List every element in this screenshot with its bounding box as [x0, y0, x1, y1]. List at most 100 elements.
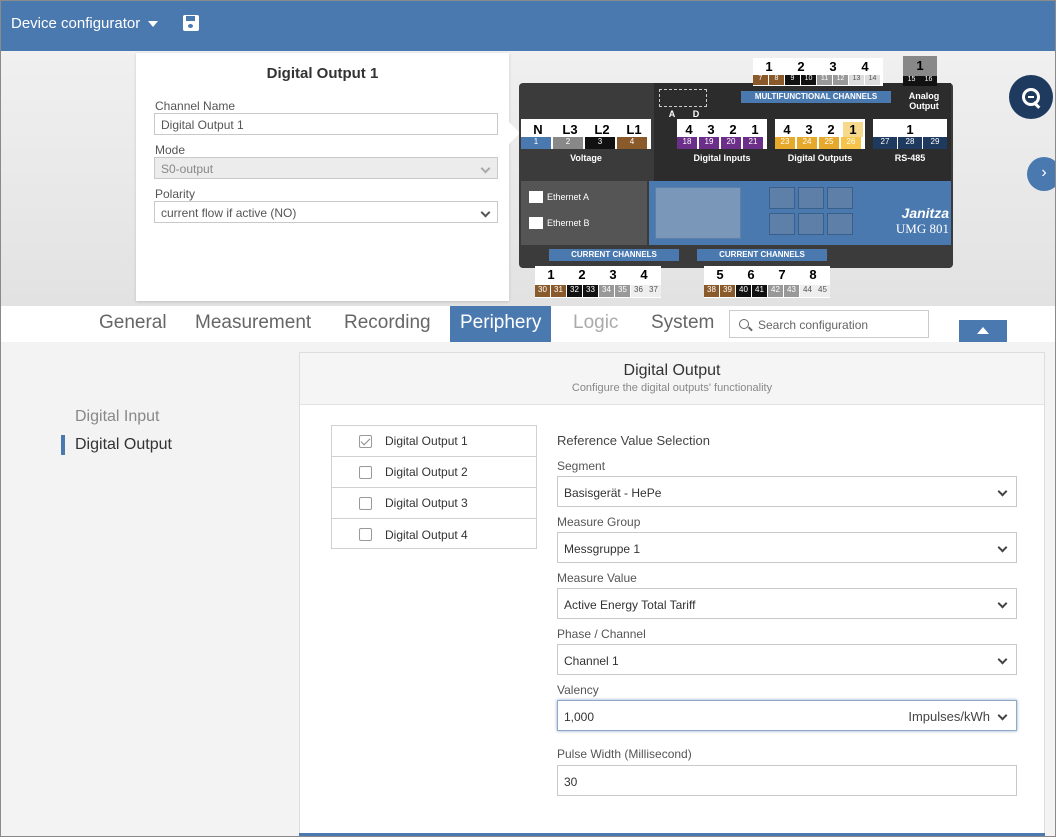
terminal-number: 19	[699, 137, 719, 149]
panel-header: Digital Output Configure the digital out…	[300, 353, 1044, 405]
valency-label: Valency	[557, 683, 599, 697]
sidebar-item-digital-output[interactable]: Digital Output	[75, 436, 172, 454]
chevron-down-icon	[997, 710, 1008, 721]
rs485-terminal[interactable]: 1	[873, 122, 947, 137]
current-terminal[interactable]: 7	[770, 267, 794, 282]
current-terminal[interactable]: 2	[570, 267, 594, 282]
terminal-number: 38	[704, 285, 719, 297]
digital-input-terminal[interactable]: 4	[679, 122, 699, 137]
digital-input-terminal[interactable]: 3	[701, 122, 721, 137]
tab-measurement[interactable]: Measurement	[195, 312, 311, 334]
terminal-number: 31	[551, 285, 566, 297]
card-title: Digital Output 1	[266, 65, 379, 82]
panel-bottom-bar	[299, 833, 1045, 836]
current-terminal[interactable]: 1	[539, 267, 563, 282]
digital-input-terminal[interactable]: 2	[723, 122, 743, 137]
zoom-out-button[interactable]	[1009, 75, 1053, 119]
ad-switch[interactable]	[659, 89, 707, 107]
multifunctional-terminal[interactable]: 3	[821, 59, 845, 74]
measure-value-label: Measure Value	[557, 571, 637, 585]
polarity-label: Polarity	[155, 187, 196, 201]
terminal-number: 33	[583, 285, 598, 297]
analog-output-terminal[interactable]: 1	[903, 58, 937, 73]
tab-logic[interactable]: Logic	[573, 312, 618, 334]
output-label: Digital Output 4	[385, 527, 468, 542]
digital-output-terminal[interactable]: 2	[821, 122, 841, 137]
segment-select[interactable]: Basisgerät - HePe	[557, 476, 1017, 507]
current-terminal[interactable]: 3	[601, 267, 625, 282]
terminal-number: 32	[567, 285, 582, 297]
list-item[interactable]: Digital Output 2	[332, 457, 536, 488]
checkbox[interactable]	[359, 465, 372, 479]
device-screen	[655, 187, 741, 239]
multifunctional-terminal[interactable]: 2	[789, 59, 813, 74]
current-terminal[interactable]: 4	[632, 267, 656, 282]
multifunctional-terminal[interactable]: 1	[757, 59, 781, 74]
zoom-handle	[1032, 101, 1041, 109]
voltage-terminal[interactable]: L1	[621, 122, 647, 137]
current-terminal[interactable]: 8	[801, 267, 825, 282]
terminal-number: 20	[721, 137, 741, 149]
list-item[interactable]: Digital Output 1	[332, 426, 536, 457]
valency-unit-select[interactable]: Impulses/kWh	[908, 709, 990, 724]
checkbox[interactable]	[359, 434, 372, 448]
checkbox[interactable]	[359, 528, 372, 541]
device-key	[769, 187, 795, 209]
output-label: Digital Output 1	[385, 434, 468, 448]
voltage-terminal[interactable]: L2	[589, 122, 615, 137]
pulse-width-label: Pulse Width (Millisecond)	[557, 747, 692, 761]
chevron-down-icon	[997, 486, 1008, 497]
tab-recording[interactable]: Recording	[344, 312, 431, 334]
current-terminals-1: 1 2 3 4 30 31 32 33 34 35 36 37	[535, 266, 661, 298]
terminal-number: 27	[873, 137, 897, 149]
terminal-number: 29	[923, 137, 947, 149]
app-title: Device configurator	[11, 15, 141, 32]
digital-output-panel: Digital Output Configure the digital out…	[299, 352, 1045, 836]
collapse-button[interactable]	[959, 320, 1007, 342]
terminal-number: 25	[819, 137, 839, 149]
list-item[interactable]: Digital Output 4	[332, 519, 536, 550]
measure-group-value: Messgruppe 1	[564, 542, 641, 556]
panel-title: Digital Output	[623, 362, 721, 379]
tab-general[interactable]: General	[99, 312, 167, 334]
list-item[interactable]: Digital Output 3	[332, 488, 536, 519]
checkbox[interactable]	[359, 496, 372, 510]
analog-output-label: Analog Output	[908, 91, 940, 111]
terminal-number: 45	[815, 285, 830, 297]
current-terminals-2: 5 6 7 8 38 39 40 41 42 43 44 45	[704, 266, 830, 298]
search-input[interactable]: Search configuration	[729, 310, 929, 338]
terminal-number: 37	[646, 285, 661, 297]
tab-periphery[interactable]: Periphery	[450, 306, 552, 342]
phase-channel-select[interactable]: Channel 1	[557, 644, 1017, 675]
device-illustration: N L3 L2 L1 1 2 3 4 Voltage A D 4 3 2 1 1…	[519, 83, 953, 268]
save-icon[interactable]	[183, 15, 199, 31]
terminal-number: 23	[775, 137, 795, 149]
mode-select[interactable]: S0-output	[154, 157, 498, 179]
device-configurator-menu[interactable]: Device configurator	[11, 15, 159, 32]
current-terminal[interactable]: 5	[708, 267, 732, 282]
pulse-width-input[interactable]: 30	[557, 765, 1017, 796]
phase-channel-label: Phase / Channel	[557, 627, 646, 641]
terminal-number: 14	[865, 75, 880, 85]
terminal-number: 42	[768, 285, 783, 297]
voltage-terminal[interactable]: L3	[557, 122, 583, 137]
ethernet-b-label: Ethernet B	[547, 218, 590, 228]
terminal-number: 12	[833, 75, 848, 85]
measure-value-select[interactable]: Active Energy Total Tariff	[557, 588, 1017, 619]
digital-output-terminal[interactable]: 4	[777, 122, 797, 137]
sidebar-item-digital-input[interactable]: Digital Input	[75, 408, 160, 426]
channel-name-input[interactable]: Digital Output 1	[154, 113, 498, 135]
next-arrow-button[interactable]: ›	[1027, 157, 1055, 191]
polarity-select[interactable]: current flow if active (NO)	[154, 201, 498, 223]
ethernet-a-label: Ethernet A	[547, 192, 590, 202]
valency-input[interactable]: 1,000 Impulses/kWh	[557, 700, 1017, 731]
current-terminal[interactable]: 6	[739, 267, 763, 282]
multifunctional-terminal[interactable]: 4	[853, 59, 877, 74]
digital-output-terminal[interactable]: 3	[799, 122, 819, 137]
tab-system[interactable]: System	[651, 312, 714, 334]
digital-output-terminal-selected[interactable]: 1	[843, 122, 863, 137]
voltage-terminal[interactable]: N	[525, 122, 551, 137]
terminal-number: 36	[631, 285, 646, 297]
digital-input-terminal[interactable]: 1	[745, 122, 765, 137]
measure-group-select[interactable]: Messgruppe 1	[557, 532, 1017, 563]
